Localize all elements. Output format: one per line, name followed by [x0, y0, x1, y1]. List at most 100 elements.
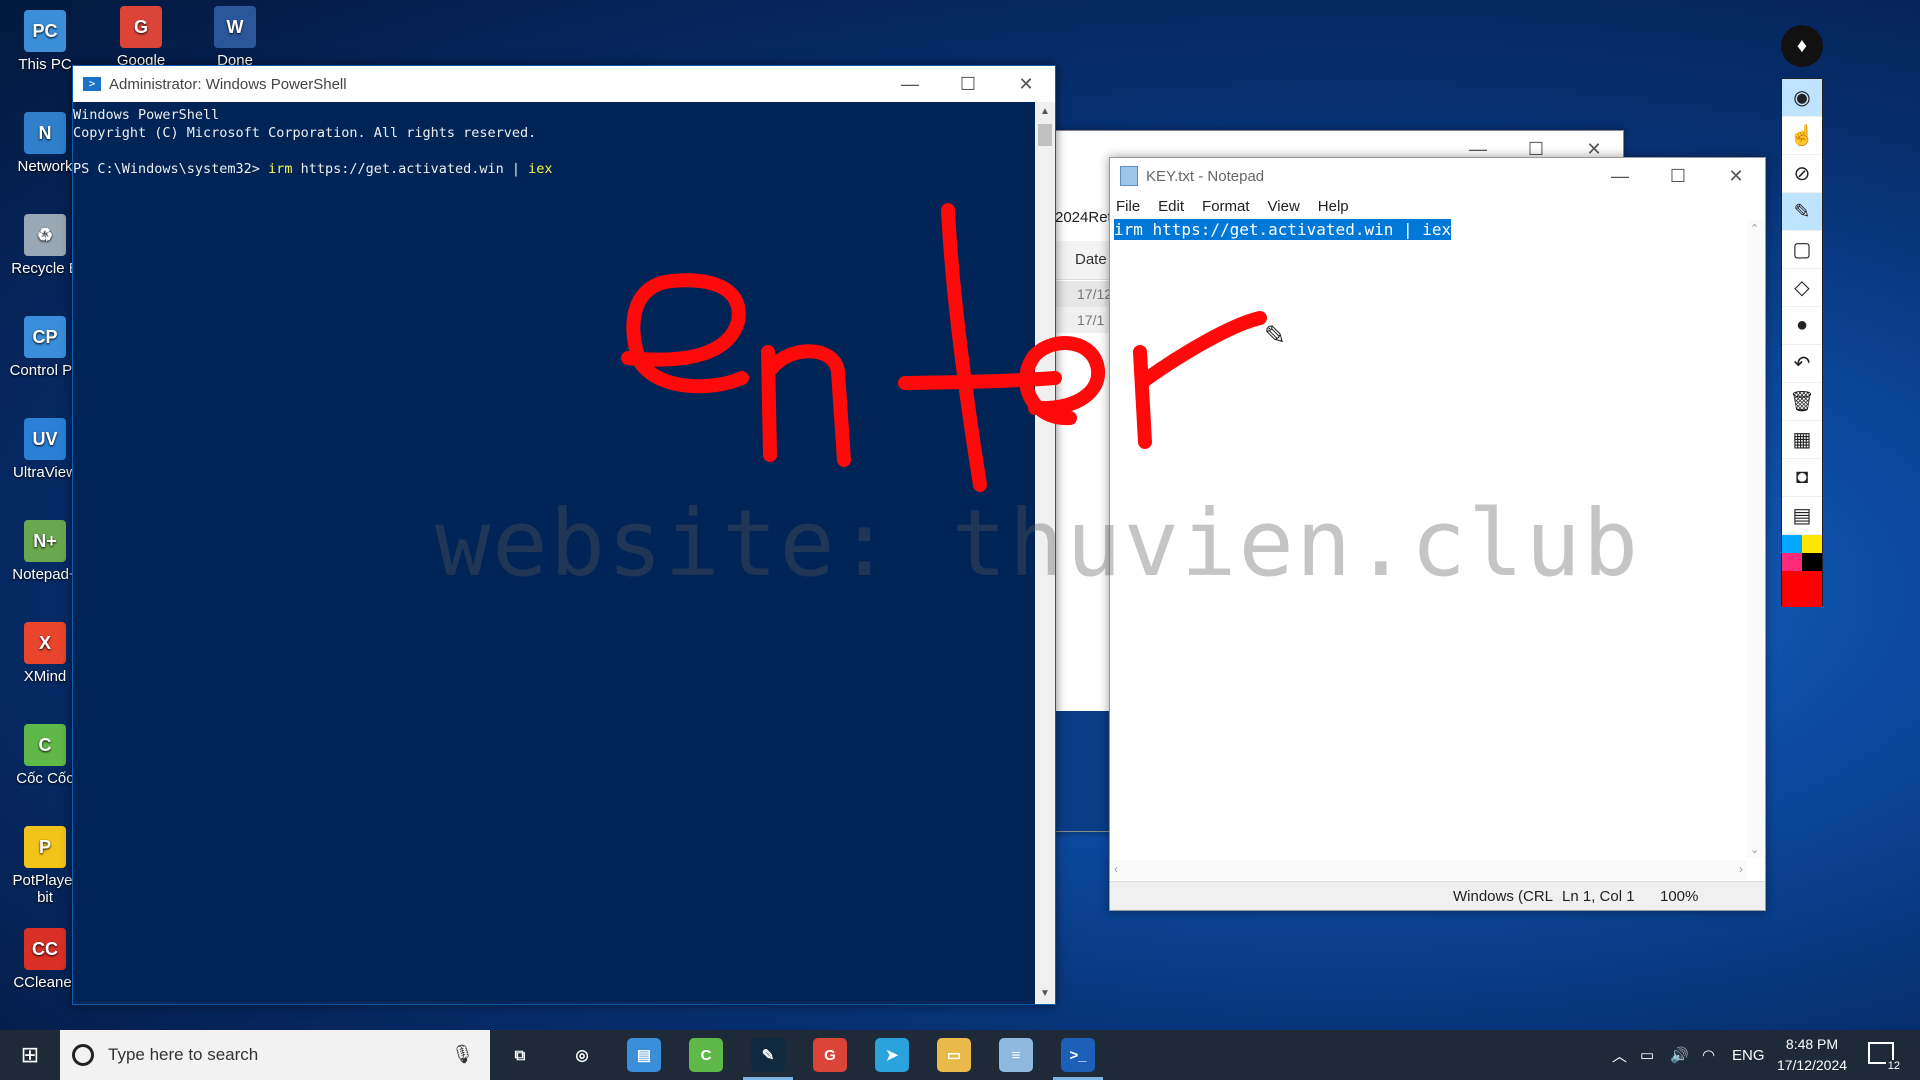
date-column-header[interactable]: Date	[1051, 241, 1111, 280]
magnifier-app-icon[interactable]: ◎	[565, 1038, 599, 1072]
menu-edit[interactable]: Edit	[1158, 198, 1184, 215]
maximize-icon[interactable]: ☐	[1649, 166, 1707, 187]
network-icon: N	[24, 112, 66, 154]
menu-view[interactable]: View	[1268, 198, 1300, 215]
minimize-icon[interactable]: —	[881, 74, 939, 95]
telegram-icon[interactable]: ➤	[875, 1038, 909, 1072]
explorer-background-strip	[1051, 711, 1111, 831]
task-view-icon[interactable]: ⧉	[503, 1038, 537, 1072]
console-line: Copyright (C) Microsoft Corporation. All…	[73, 125, 537, 141]
volume-icon[interactable]: 🔊	[1670, 1030, 1689, 1080]
menu-help[interactable]: Help	[1318, 198, 1349, 215]
taskbar-search[interactable]: Type here to search 🎙	[60, 1030, 490, 1080]
ultraview-icon: UV	[24, 418, 66, 460]
pen-cursor-icon: ✎	[1264, 320, 1286, 350]
chrome-taskbar-icon[interactable]: G	[813, 1038, 847, 1072]
search-placeholder: Type here to search	[108, 1045, 259, 1064]
console-cmd-url: https://get.activated.win |	[292, 161, 529, 177]
notepadpp-icon: N+	[24, 520, 66, 562]
notification-count: 12	[1885, 1060, 1902, 1072]
menu-file[interactable]: File	[1116, 198, 1140, 215]
scroll-up-icon[interactable]: ▲	[1035, 102, 1055, 122]
file-explorer-icon[interactable]: ▭	[937, 1038, 971, 1072]
color-yellow[interactable]	[1802, 535, 1822, 553]
menu-format[interactable]: Format	[1202, 198, 1250, 215]
notepad-menubar: File Edit Format View Help	[1110, 194, 1765, 218]
powershell-titlebar[interactable]: > Administrator: Windows PowerShell — ☐ …	[73, 66, 1055, 102]
scroll-up-icon[interactable]: ⌃	[1750, 222, 1759, 235]
windows-start-icon[interactable]: ⊞	[0, 1030, 60, 1080]
console-cmd-irm: irm	[268, 161, 293, 177]
annotation-app-icon[interactable]: ✎	[743, 1038, 793, 1080]
file-row[interactable]: 17/12	[1051, 281, 1113, 307]
desktop-icon-chrome[interactable]: G Google	[96, 6, 186, 69]
clock-date: 17/12/2024	[1776, 1057, 1848, 1073]
chrome-icon: G	[120, 6, 162, 48]
file-date: 17/12	[1077, 286, 1113, 302]
coccoc-icon: C	[24, 724, 66, 766]
color-cyan[interactable]	[1782, 535, 1802, 553]
coccoc-taskbar-icon[interactable]: C	[689, 1038, 723, 1072]
powershell-title: Administrator: Windows PowerShell	[109, 75, 347, 93]
color-red-selected[interactable]	[1782, 571, 1822, 607]
pen-icon[interactable]: ✎	[1782, 193, 1822, 231]
notepad-icon	[1120, 166, 1138, 186]
pin-icon[interactable]: ♦	[1781, 25, 1823, 67]
brush-size-icon[interactable]: ●	[1782, 307, 1822, 345]
wifi-icon[interactable]: ◠	[1702, 1030, 1715, 1080]
eraser-icon[interactable]: ◇	[1782, 269, 1822, 307]
file-row[interactable]: 17/1	[1051, 307, 1111, 333]
notepad-horizontal-scrollbar[interactable]: ‹ ›	[1110, 860, 1747, 880]
status-zoom: 100%	[1660, 888, 1699, 905]
desktop-icon-computer[interactable]: PC This PC	[0, 10, 90, 73]
selected-text[interactable]: irm https://get.activated.win | iex	[1114, 219, 1452, 240]
notepad-title: KEY.txt - Notepad	[1146, 167, 1265, 185]
clock-time: 8:48 PM	[1785, 1036, 1839, 1052]
close-icon[interactable]: ✕	[1707, 166, 1765, 187]
rectangle-icon[interactable]: ▢	[1782, 231, 1822, 269]
notepad-titlebar[interactable]: KEY.txt - Notepad — ☐ ✕	[1110, 158, 1765, 194]
ccleaner-icon: CC	[24, 928, 66, 970]
date-column-label: Date	[1075, 251, 1107, 268]
clipboard-icon[interactable]: ▤	[1782, 497, 1822, 535]
battery-icon[interactable]: ▭	[1640, 1030, 1654, 1080]
color-pink[interactable]	[1782, 553, 1802, 571]
color-swatches	[1782, 535, 1822, 553]
taskbar-clock[interactable]: 8:48 PM 17/12/2024	[1760, 1034, 1864, 1076]
scroll-down-icon[interactable]: ⌄	[1750, 843, 1759, 856]
notepad-statusbar: Windows (CRL Ln 1, Col 1 100%	[1110, 881, 1765, 910]
minimize-icon[interactable]: —	[1591, 166, 1649, 187]
trash-icon[interactable]: 🗑	[1782, 383, 1822, 421]
console-prompt: PS C:\Windows\system32>	[73, 161, 269, 177]
notepad-vertical-scrollbar[interactable]: ⌃ ⌄	[1747, 220, 1765, 858]
scroll-thumb[interactable]	[1038, 124, 1052, 146]
potplayer-icon: P	[24, 826, 66, 868]
recycle-bin-icon: ♻	[24, 214, 66, 256]
desktop-icon-word-doc[interactable]: W Done	[190, 6, 280, 69]
scroll-right-icon[interactable]: ›	[1739, 862, 1743, 876]
file-date: 17/1	[1077, 312, 1105, 328]
notification-center-icon[interactable]: 12	[1868, 1042, 1902, 1072]
control-panel-taskbar-icon[interactable]: ▤	[627, 1038, 661, 1072]
scroll-left-icon[interactable]: ‹	[1114, 862, 1118, 876]
notepad-taskbar-icon[interactable]: ≡	[999, 1038, 1033, 1072]
console-line: Windows PowerShell	[73, 107, 220, 123]
powershell-icon: >	[83, 77, 101, 91]
show-hidden-icons-icon[interactable]: ︿	[1612, 1030, 1627, 1080]
control-panel-icon: CP	[24, 316, 66, 358]
color-black[interactable]	[1802, 553, 1822, 571]
close-icon[interactable]: ✕	[997, 74, 1055, 95]
eye-icon[interactable]: ◉	[1782, 79, 1822, 117]
camera-icon[interactable]: ◘	[1782, 459, 1822, 497]
no-pointer-icon[interactable]: ⊘	[1782, 155, 1822, 193]
powershell-taskbar-icon[interactable]: >_	[1053, 1038, 1103, 1080]
annotation-toolbar: ◉ ☝ ⊘ ✎ ▢ ◇ ● ↶ 🗑 ▦ ◘ ▤	[1781, 78, 1823, 607]
xmind-icon: X	[24, 622, 66, 664]
microphone-icon[interactable]: 🎙	[451, 1044, 474, 1065]
whiteboard-icon[interactable]: ▦	[1782, 421, 1822, 459]
watermark-text: website: thuvien.club	[435, 490, 1641, 597]
scroll-down-icon[interactable]: ▼	[1035, 984, 1055, 1004]
maximize-icon[interactable]: ☐	[939, 74, 997, 95]
undo-icon[interactable]: ↶	[1782, 345, 1822, 383]
cursor-pointer-icon[interactable]: ☝	[1782, 117, 1822, 155]
